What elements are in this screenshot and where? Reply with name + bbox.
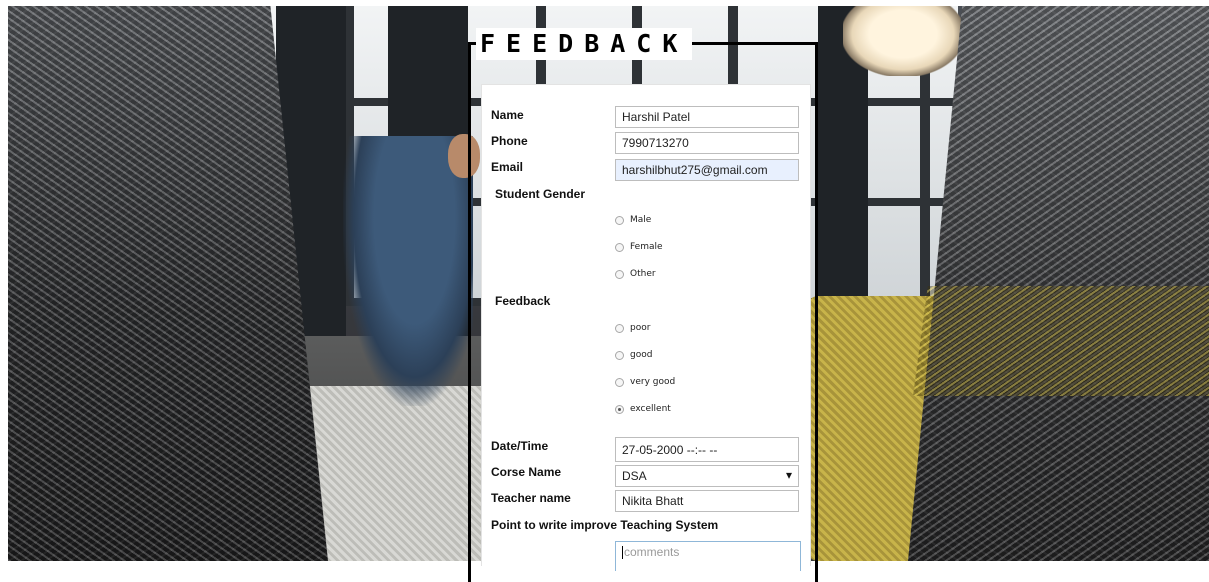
gender-option-female[interactable]: Female	[615, 240, 663, 254]
radio-icon[interactable]	[615, 323, 624, 333]
mesh-divider-right-yellow	[913, 286, 1209, 396]
comments-placeholder: comments	[624, 545, 680, 559]
gender-option-label: Other	[630, 269, 656, 279]
radio-selected-icon[interactable]	[615, 404, 624, 414]
comments-textarea[interactable]: comments	[615, 541, 801, 571]
email-label: Email	[491, 160, 524, 174]
feedback-option-very-good[interactable]: very good	[615, 375, 675, 389]
teacher-label: Teacher name	[491, 491, 571, 505]
feedback-option-label: very good	[630, 377, 676, 387]
feedback-form: Name Harshil Patel Phone 7990713270 Emai…	[481, 84, 811, 571]
radio-icon[interactable]	[615, 242, 624, 252]
gender-option-other[interactable]: Other	[615, 267, 656, 281]
teacher-input[interactable]: Nikita Bhatt	[615, 490, 799, 512]
radio-icon[interactable]	[615, 377, 624, 387]
feedback-option-label: excellent	[630, 404, 671, 414]
datetime-label: Date/Time	[491, 439, 549, 453]
feedback-label: Feedback	[495, 294, 551, 308]
name-input[interactable]: Harshil Patel	[615, 106, 799, 128]
gender-label: Student Gender	[495, 187, 586, 201]
feedback-option-label: poor	[630, 323, 651, 333]
feedback-option-good[interactable]: good	[615, 348, 652, 362]
gender-option-label: Male	[630, 215, 652, 225]
radio-icon[interactable]	[615, 215, 624, 225]
radio-icon[interactable]	[615, 350, 624, 360]
phone-input[interactable]: 7990713270	[615, 132, 799, 154]
gender-option-male[interactable]: Male	[615, 213, 651, 227]
ceiling-lamp	[843, 6, 963, 76]
feedback-option-label: good	[630, 350, 653, 360]
gender-option-label: Female	[630, 242, 663, 252]
phone-label: Phone	[491, 134, 528, 148]
name-label: Name	[491, 108, 524, 122]
course-selected-value: DSA	[622, 469, 647, 483]
feedback-option-excellent[interactable]: excellent	[615, 402, 671, 416]
text-caret	[622, 546, 623, 560]
radio-icon[interactable]	[615, 269, 624, 279]
course-select[interactable]: DSA	[615, 465, 799, 487]
email-input[interactable]: harshilbhut275@gmail.com	[615, 159, 799, 181]
improve-label: Point to write improve Teaching System	[491, 518, 719, 532]
datetime-input[interactable]: 27-05-2000 --:-- --	[615, 437, 799, 462]
course-label: Corse Name	[491, 465, 562, 479]
feedback-legend: FEEDBACK	[476, 28, 693, 60]
sofa-left	[298, 386, 488, 561]
feedback-option-poor[interactable]: poor	[615, 321, 650, 335]
person-figure	[343, 136, 473, 406]
